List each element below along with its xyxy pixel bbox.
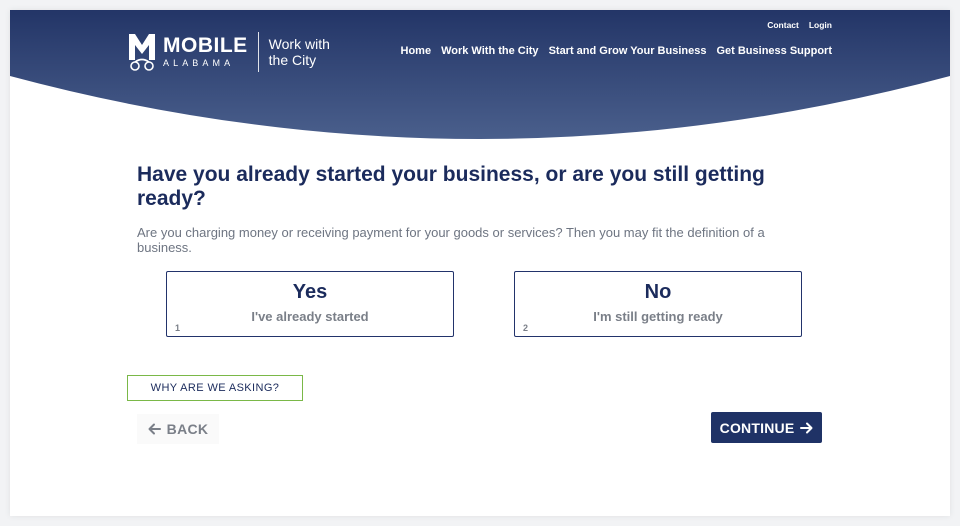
continue-button[interactable]: CONTINUE — [711, 412, 822, 443]
nav-link-get-business-support[interactable]: Get Business Support — [716, 45, 832, 57]
logo-word-mobile: MOBILE — [163, 33, 248, 57]
option-yes-shortcut-key: 1 — [175, 323, 181, 333]
nav-link-start-and-grow[interactable]: Start and Grow Your Business — [549, 45, 707, 57]
continue-label: CONTINUE — [719, 419, 795, 436]
question-title: Have you already started your business, … — [137, 163, 765, 210]
nav-link-home[interactable]: Home — [401, 45, 432, 57]
logo-word-alabama: ALABAMA — [163, 57, 235, 68]
option-no-shortcut-key: 2 — [523, 323, 529, 333]
logo-wordmark: MOBILE ALABAMA — [163, 33, 248, 69]
option-yes-subtitle: I've already started — [251, 309, 369, 324]
nav-link-work-with-the-city[interactable]: Work With the City — [441, 45, 538, 57]
option-yes-title: Yes — [292, 281, 328, 303]
arrow-right-icon — [800, 422, 813, 433]
logo-divider — [257, 32, 259, 72]
arrow-left-icon — [148, 423, 161, 435]
logo-tagline: Work with the City — [268, 36, 330, 68]
question-description: Are you charging money or receiving paym… — [137, 225, 765, 255]
utility-nav: Contact Login — [767, 20, 832, 30]
back-label: BACK — [166, 421, 209, 437]
option-no-title: No — [644, 281, 672, 303]
nav-link-contact[interactable]: Contact — [767, 20, 799, 30]
page-frame: MOBILE ALABAMA Work with the City Contac… — [10, 10, 950, 516]
back-button[interactable]: BACK — [137, 414, 219, 444]
option-yes-button[interactable]: Yes I've already started 1 — [166, 271, 454, 337]
header-banner — [10, 10, 950, 139]
why-are-we-asking-button[interactable]: WHY ARE WE ASKING? — [127, 375, 303, 401]
option-no-button[interactable]: No I'm still getting ready 2 — [514, 271, 802, 337]
site-logo[interactable]: MOBILE ALABAMA Work with the City — [127, 32, 349, 72]
main-nav: Home Work With the City Start and Grow Y… — [401, 45, 832, 57]
why-are-we-asking-label: WHY ARE WE ASKING? — [150, 382, 280, 394]
mobile-logo-icon — [129, 34, 155, 71]
nav-link-login[interactable]: Login — [809, 20, 832, 30]
option-no-subtitle: I'm still getting ready — [593, 309, 723, 324]
